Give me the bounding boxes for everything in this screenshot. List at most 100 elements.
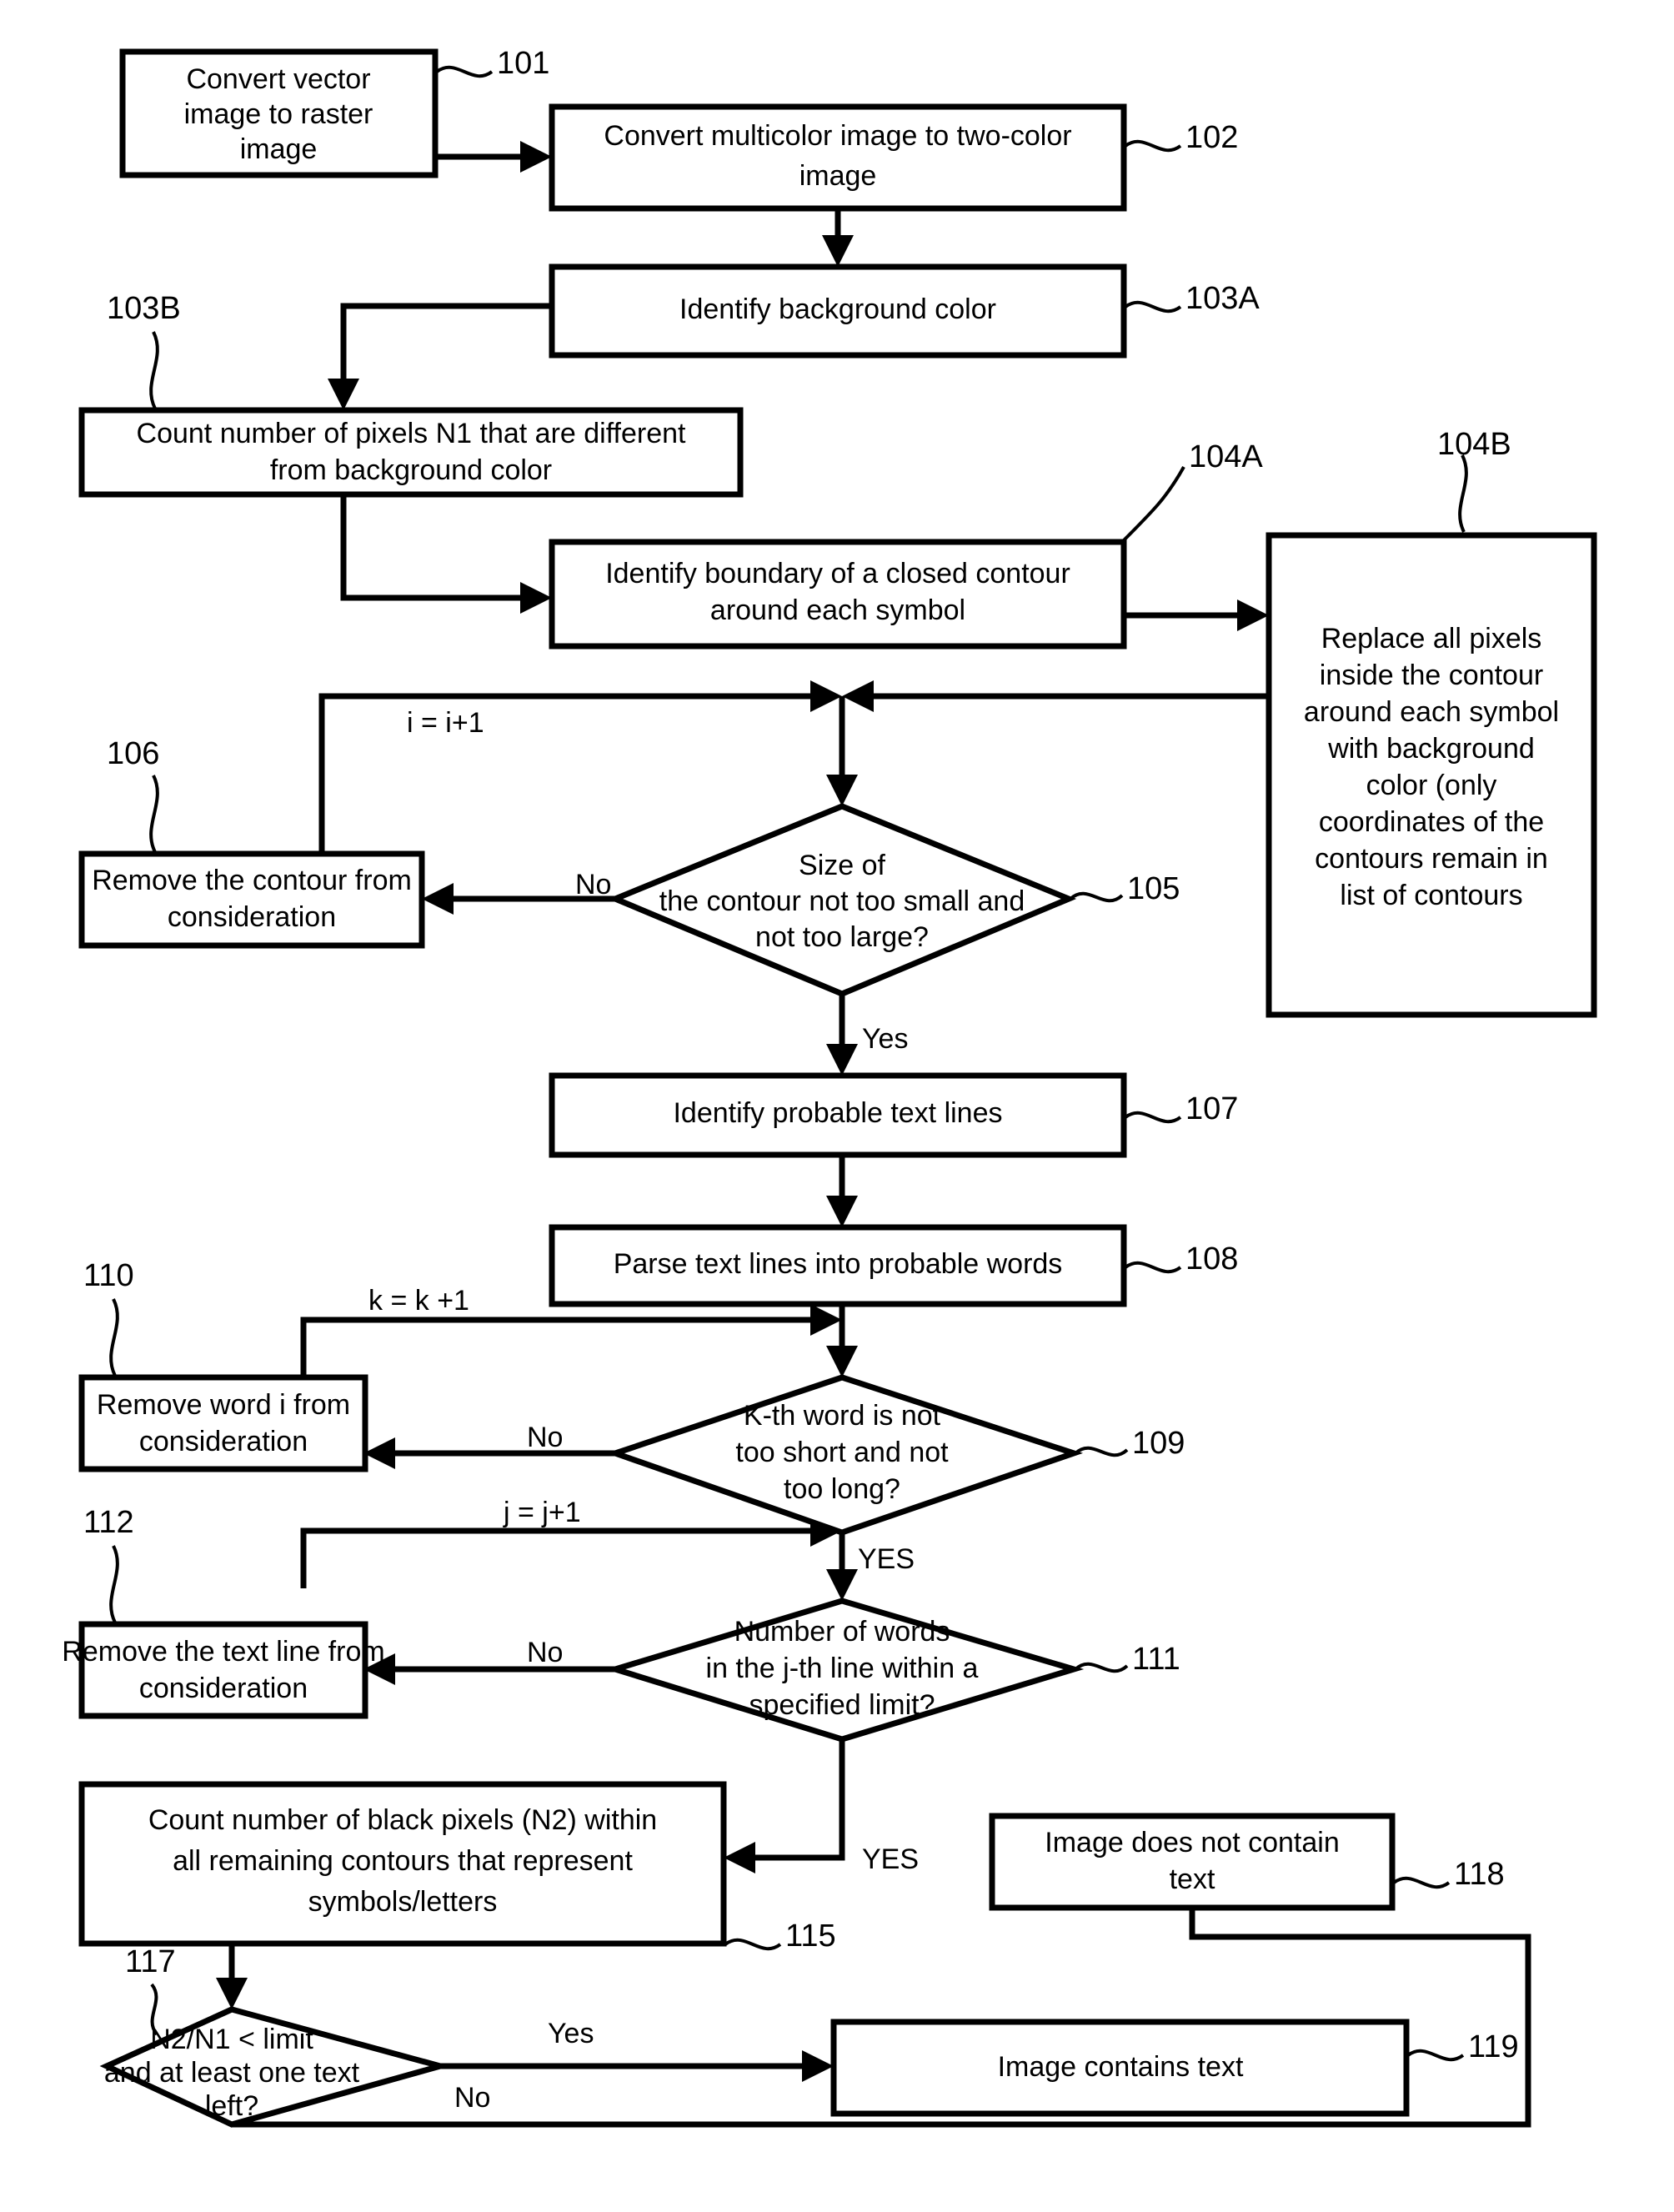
flowchart-canvas: Convert vector image to raster image 101…: [0, 0, 1674, 2212]
node-104b-label-line-1: Replace all pixels: [1321, 623, 1542, 655]
ref-number-111: 111: [1132, 1642, 1180, 1677]
node-115-label-line-3: symbols/letters: [308, 1886, 498, 1918]
arrowhead-101-102: [520, 141, 552, 173]
ref-number-106: 106: [107, 736, 159, 771]
leader-112: [109, 1545, 119, 1623]
node-104b-label-line-6: coordinates of the: [1319, 806, 1544, 838]
ref-number-118: 118: [1454, 1857, 1505, 1892]
leader-105: [1069, 891, 1124, 903]
edge-label-loop-j: j = j+1: [503, 1497, 581, 1528]
node-117-label-line-2: and at least one text: [104, 2057, 360, 2089]
leader-110: [109, 1298, 119, 1377]
arrowhead-109-110: [363, 1437, 395, 1469]
node-110-label-line-1: Remove word i from: [97, 1389, 350, 1421]
arrowhead-111-115: [724, 1842, 755, 1873]
edge-label-no-109: No: [527, 1422, 563, 1453]
edge-label-yes-117: Yes: [548, 2018, 594, 2049]
node-104b-label-line-2: inside the contour: [1320, 660, 1543, 691]
node-111-label-line-1: Number of words: [734, 1616, 950, 1648]
node-102-label-line-2: image: [799, 160, 877, 192]
node-104a-label-line-2: around each symbol: [710, 594, 965, 626]
arrowhead-108-109: [826, 1346, 858, 1377]
node-104b-label-line-7: contours remain in: [1315, 843, 1548, 875]
ref-number-115: 115: [785, 1919, 836, 1954]
node-112-label-line-1: Remove the text line from: [62, 1636, 384, 1668]
edge-label-yes-105: Yes: [862, 1023, 908, 1055]
leader-119: [1406, 2049, 1465, 2062]
node-109-label-line-3: too long?: [784, 1473, 900, 1505]
arrowhead-102-103a: [822, 235, 854, 267]
node-103b-label-line-2: from background color: [270, 454, 552, 486]
ref-number-112: 112: [83, 1505, 134, 1540]
arrowhead-110-merge: [810, 1304, 842, 1336]
node-104b-label-line-4: with background: [1327, 733, 1535, 765]
leader-102: [1124, 139, 1182, 153]
leader-109: [1074, 1446, 1129, 1457]
node-112-label-line-2: consideration: [139, 1673, 308, 1704]
arrowhead-103b-104a: [520, 582, 552, 614]
node-104a-label-line-1: Identify boundary of a closed contour: [605, 558, 1070, 589]
arrowhead-merge-105: [826, 775, 858, 806]
node-106-label-line-2: consideration: [168, 901, 336, 933]
arrowhead-104b-merge: [842, 680, 874, 712]
edge-label-yes-109: YES: [858, 1543, 915, 1575]
edge-label-no-117: No: [454, 2082, 490, 2114]
leader-103b: [149, 331, 159, 409]
ref-number-108: 108: [1185, 1241, 1238, 1277]
node-102-label-line-1: Convert multicolor image to two-color: [604, 120, 1071, 152]
arrowhead-105-106: [422, 883, 454, 915]
node-101-label-line-2: image to raster: [184, 98, 373, 130]
leader-111: [1074, 1662, 1129, 1673]
arrowhead-115-117: [216, 1978, 248, 2009]
edge-103a-to-103b: [340, 303, 552, 392]
node-117-label-line-1: N2/N1 < limit: [150, 2024, 313, 2055]
ref-number-101: 101: [497, 46, 549, 81]
node-118-label-line-2: text: [1170, 1863, 1215, 1895]
edge-111-yes-to-115: [742, 1739, 845, 1861]
edge-label-no-105: No: [575, 869, 611, 900]
arrowhead-105-107: [826, 1044, 858, 1076]
leader-106: [149, 775, 159, 853]
node-101-label-line-3: image: [240, 133, 318, 165]
edge-label-loop-i: i = i+1: [407, 707, 484, 739]
node-111-label-line-3: specified limit?: [749, 1689, 935, 1721]
node-108-label-line-1: Parse text lines into probable words: [614, 1248, 1063, 1280]
node-117-label-line-3: left?: [205, 2090, 258, 2122]
node-107-label-line-1: Identify probable text lines: [673, 1097, 1002, 1129]
arrowhead-109-111: [826, 1569, 858, 1601]
flowchart-svg: Convert vector image to raster image 101…: [62, 46, 1597, 2128]
node-105-label-line-1: Size of: [799, 850, 885, 881]
arrowhead-117-119: [802, 2050, 834, 2082]
node-109-label-line-2: too short and not: [735, 1437, 949, 1468]
edge-110-loop-back: [300, 1317, 824, 1377]
leader-104b: [1458, 454, 1468, 533]
ref-number-103b: 103B: [107, 291, 181, 326]
ref-number-105: 105: [1127, 871, 1180, 906]
ref-number-102: 102: [1185, 120, 1238, 155]
arrowhead-106-merge: [810, 680, 842, 712]
node-104b-label-line-3: around each symbol: [1304, 696, 1559, 728]
leader-107: [1124, 1111, 1182, 1124]
node-104b-label-line-8: list of contours: [1340, 880, 1522, 911]
ref-number-103a: 103A: [1185, 281, 1260, 316]
edge-label-no-111: No: [527, 1637, 563, 1668]
edge-label-yes-111: YES: [862, 1843, 919, 1875]
ref-number-104b: 104B: [1437, 427, 1511, 462]
edge-label-loop-k: k = k +1: [368, 1285, 469, 1317]
node-103b-label-line-1: Count number of pixels N1 that are diffe…: [137, 418, 687, 449]
node-109-label-line-1: K-th word is not: [744, 1400, 941, 1432]
arrowhead-107-108: [826, 1196, 858, 1227]
ref-number-119: 119: [1468, 2029, 1519, 2064]
ref-number-107: 107: [1185, 1091, 1238, 1126]
node-111-label-line-2: in the j-th line within a: [706, 1653, 979, 1684]
leader-118: [1392, 1876, 1451, 1889]
node-105-label-line-3: not too large?: [755, 921, 929, 953]
ref-number-104a: 104A: [1189, 439, 1263, 474]
ref-number-109: 109: [1132, 1426, 1185, 1461]
node-105-label-line-2: the contour not too small and: [659, 885, 1025, 917]
node-101-label-line-1: Convert vector: [186, 63, 370, 95]
arrowhead-104a-104b: [1237, 599, 1269, 631]
leader-115: [724, 1938, 782, 1951]
ref-number-117: 117: [125, 1944, 176, 1979]
node-110-label-line-2: consideration: [139, 1426, 308, 1457]
